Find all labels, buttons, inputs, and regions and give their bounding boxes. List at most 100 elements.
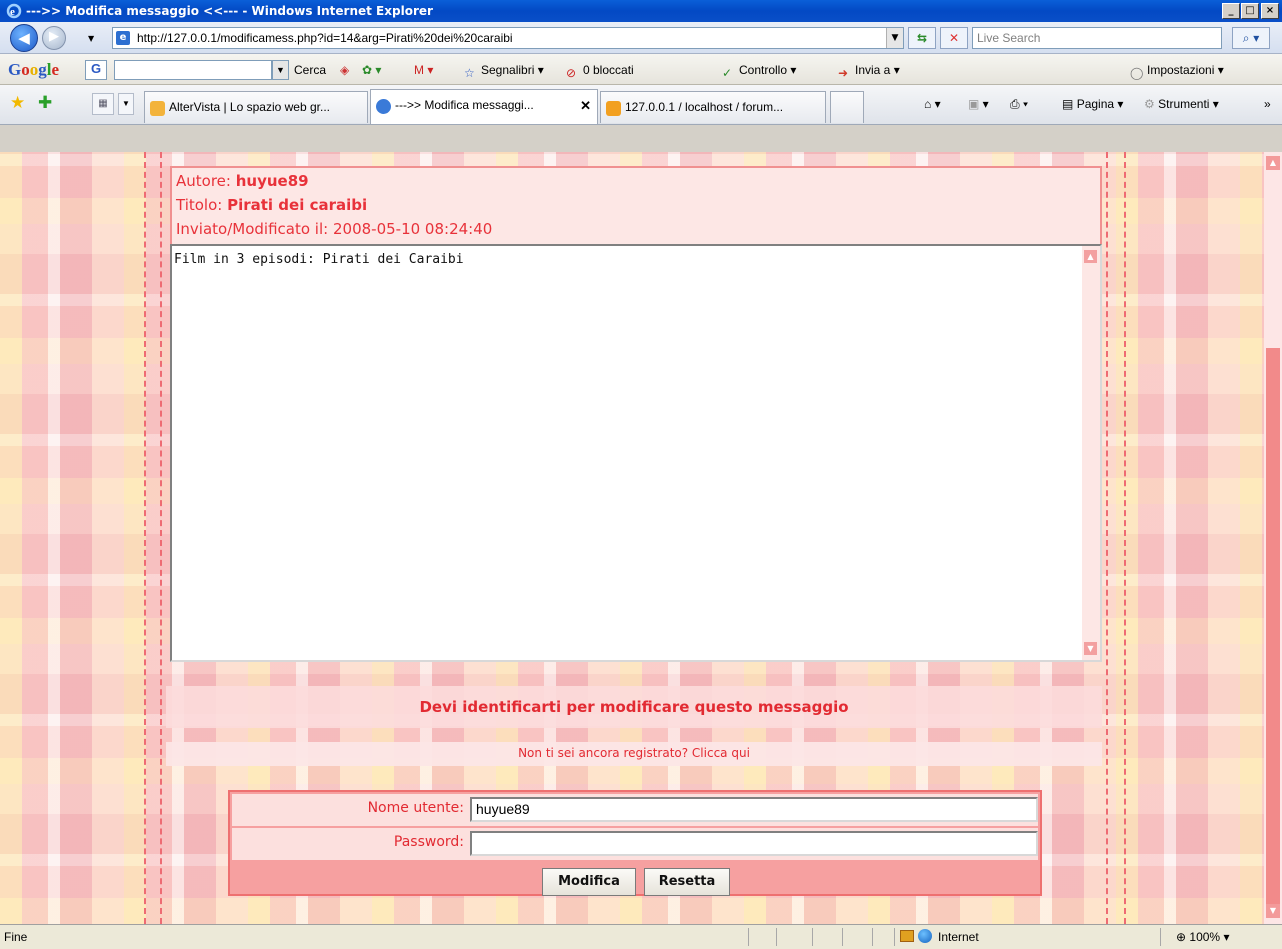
search-button[interactable]: ⌕ ▾ xyxy=(1232,27,1270,49)
gmail-icon[interactable]: M ▾ xyxy=(414,63,433,77)
scroll-thumb[interactable] xyxy=(1266,348,1280,904)
scroll-down-icon[interactable]: ▼ xyxy=(1266,904,1280,918)
minimize-button[interactable]: _ xyxy=(1222,3,1240,19)
divider xyxy=(872,928,873,946)
google-g-icon[interactable]: G xyxy=(85,60,107,80)
altervista-icon xyxy=(150,101,165,116)
recent-pages-dropdown[interactable]: ▼ xyxy=(88,34,94,43)
page-menu[interactable]: ▤ Pagina ▾ xyxy=(1062,97,1123,111)
security-zone[interactable]: Internet xyxy=(938,930,979,944)
send-to-button[interactable]: ➜ Invia a ▾ xyxy=(838,63,900,80)
resetta-button[interactable]: Resetta xyxy=(644,868,730,896)
forward-button[interactable]: ▶ xyxy=(42,26,66,50)
auth-notice: Devi identificarti per modificare questo… xyxy=(419,698,849,716)
address-bar: ◀ ▶ ▼ e http://127.0.0.1/modificamess.ph… xyxy=(0,22,1282,54)
popup-blocker[interactable]: ⊘ 0 bloccati xyxy=(566,63,634,80)
textarea-scrollbar[interactable]: ▲ ▼ xyxy=(1082,246,1100,660)
message-header-panel: Autore: huyue89 Titolo: Pirati dei carai… xyxy=(170,166,1102,256)
zoom-icon: ⊕ xyxy=(1176,930,1187,944)
url-dropdown[interactable]: ▼ xyxy=(886,28,903,48)
scroll-down-icon[interactable]: ▼ xyxy=(1084,642,1097,655)
google-toolbar: Google G ▼ Cerca ◈ ✿ ▾ M ▾ ☆ Segnalibri ▾… xyxy=(0,54,1282,85)
page-scrollbar[interactable]: ▲ ▼ xyxy=(1264,152,1282,924)
maximize-button[interactable]: □ xyxy=(1241,3,1259,19)
auth-notice-band: Devi identificarti per modificare questo… xyxy=(166,686,1102,728)
divider xyxy=(1106,152,1108,924)
divider xyxy=(776,928,777,946)
close-button[interactable]: × xyxy=(1261,3,1279,19)
url-field[interactable]: e http://127.0.0.1/modificamess.php?id=1… xyxy=(112,27,904,49)
settings-button[interactable]: ◯ Impostazioni ▾ xyxy=(1130,63,1224,80)
chevron-more-icon[interactable]: » xyxy=(1264,97,1271,111)
home-button[interactable]: ⌂ ▾ xyxy=(924,97,941,111)
rss-icon: ▣ xyxy=(968,97,980,111)
divider xyxy=(842,928,843,946)
tab-modifica-messaggio[interactable]: --->> Modifica messaggi... ✕ xyxy=(370,89,598,124)
status-text: Fine xyxy=(4,930,28,944)
ie-logo-icon: e xyxy=(6,3,22,19)
tab-bar: ★ ✚ ▦ ▼ AlterVista | Lo spazio web gr...… xyxy=(0,85,1282,125)
password-label: Password: xyxy=(393,834,464,850)
status-bar: Fine Internet ⊕ 100% ▾ xyxy=(0,924,1282,949)
zoom-level[interactable]: ⊕ 100% ▾ xyxy=(1176,930,1229,944)
print-button[interactable]: ⎙ ▾ xyxy=(1010,97,1028,112)
google-logo: Google xyxy=(8,60,60,79)
tab-label: AlterVista | Lo spazio web gr... xyxy=(169,100,330,114)
printer-icon: ⎙ xyxy=(1010,97,1020,111)
divider xyxy=(1160,928,1161,946)
page-menu-icon: ▤ xyxy=(1062,97,1074,111)
window-title-bar: e --->> Modifica messaggio <<--- - Windo… xyxy=(0,0,1282,22)
puzzle-icon[interactable]: ✿ ▾ xyxy=(362,63,381,77)
google-search-dropdown[interactable]: ▼ xyxy=(272,60,289,80)
phpmyadmin-icon xyxy=(606,101,621,116)
stop-button[interactable]: ✕ xyxy=(940,27,968,49)
date-line: Inviato/Modificato il: 2008-05-10 08:24:… xyxy=(176,220,493,238)
divider xyxy=(144,152,146,924)
password-field[interactable] xyxy=(470,831,1038,856)
spellcheck-button[interactable]: ✓ Controllo ▾ xyxy=(722,63,796,80)
internet-zone-icon xyxy=(918,929,932,943)
news-icon[interactable]: ◈ xyxy=(340,63,349,77)
google-search-button[interactable]: Cerca xyxy=(294,63,326,77)
google-search-input[interactable]: G xyxy=(85,60,272,80)
register-band: Non ti sei ancora registrato? Clicca qui xyxy=(166,742,1102,766)
svg-text:e: e xyxy=(10,6,15,18)
close-tab-icon[interactable]: ✕ xyxy=(580,98,591,114)
divider xyxy=(748,928,749,946)
refresh-button[interactable]: ⇆ xyxy=(908,27,936,49)
url-text: http://127.0.0.1/modificamess.php?id=14&… xyxy=(137,31,513,45)
add-favorites-icon[interactable]: ✚ xyxy=(38,93,52,113)
protected-mode-icon[interactable] xyxy=(900,930,914,942)
live-search-input[interactable]: Live Search xyxy=(972,27,1222,49)
tab-label: --->> Modifica messaggi... xyxy=(395,98,534,112)
bookmarks-button[interactable]: ☆ Segnalibri ▾ xyxy=(464,63,544,80)
username-label: Nome utente: xyxy=(367,800,464,816)
page-content: Autore: huyue89 Titolo: Pirati dei carai… xyxy=(0,152,1264,924)
modifica-button[interactable]: Modifica xyxy=(542,868,636,896)
feeds-button[interactable]: ▣ ▾ xyxy=(968,97,989,111)
message-body: Film in 3 episodi: Pirati dei Caraibi xyxy=(174,252,464,267)
tab-list-dropdown[interactable]: ▼ xyxy=(118,93,134,115)
scroll-up-icon[interactable]: ▲ xyxy=(1266,156,1280,170)
message-textarea[interactable]: Film in 3 episodi: Pirati dei Caraibi ▲ … xyxy=(170,244,1102,662)
divider xyxy=(160,152,162,924)
new-tab-button[interactable] xyxy=(830,91,864,123)
password-row: Password: xyxy=(232,828,1038,860)
message-title: Pirati dei caraibi xyxy=(227,196,368,214)
author-name: huyue89 xyxy=(235,172,309,190)
tools-menu[interactable]: ⚙ Strumenti ▾ xyxy=(1144,97,1219,111)
tab-altervista[interactable]: AlterVista | Lo spazio web gr... xyxy=(144,91,368,123)
send-icon: ➜ xyxy=(838,66,849,80)
author-line: Autore: huyue89 xyxy=(176,172,309,190)
star-icon: ☆ xyxy=(464,66,475,80)
title-line: Titolo: Pirati dei caraibi xyxy=(176,196,368,214)
back-button[interactable]: ◀ xyxy=(10,24,38,52)
forward-arrow-icon: ▶ xyxy=(49,29,59,44)
username-field[interactable]: huyue89 xyxy=(470,797,1038,822)
favorites-star-icon[interactable]: ★ xyxy=(10,93,25,113)
message-date: 2008-05-10 08:24:40 xyxy=(332,220,493,238)
register-link[interactable]: Non ti sei ancora registrato? Clicca qui xyxy=(166,746,1102,760)
scroll-up-icon[interactable]: ▲ xyxy=(1084,250,1097,263)
quick-tabs-button[interactable]: ▦ xyxy=(92,93,114,115)
tab-phpmyadmin[interactable]: 127.0.0.1 / localhost / forum... xyxy=(600,91,826,123)
